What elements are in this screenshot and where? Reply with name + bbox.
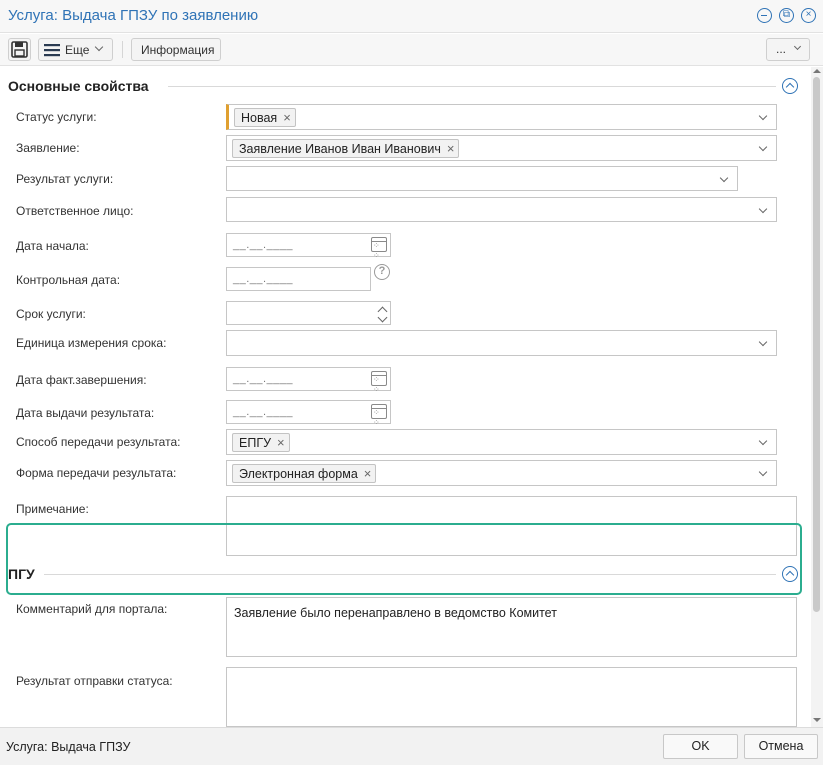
overflow-menu-button[interactable]: ... xyxy=(766,38,810,61)
status-label: Статус услуги: xyxy=(16,110,97,124)
responsible-select[interactable] xyxy=(226,197,777,222)
help-icon[interactable]: ? xyxy=(374,264,390,280)
cancel-button[interactable]: Отмена xyxy=(744,734,818,759)
toolbar: Еще Информация ... xyxy=(0,34,823,66)
issue-date-label: Дата выдачи результата: xyxy=(16,406,155,420)
chevron-down-icon xyxy=(758,142,768,152)
more-menu-button[interactable]: Еще xyxy=(38,38,113,61)
term-unit-select[interactable] xyxy=(226,330,777,356)
remove-tag-icon[interactable]: × xyxy=(277,435,285,450)
portal-comment-highlight xyxy=(6,523,802,595)
calendar-icon[interactable] xyxy=(371,237,387,261)
actual-end-label: Дата факт.завершения: xyxy=(16,373,147,387)
delivery-method-select[interactable]: ЕПГУ × xyxy=(226,429,777,455)
chevron-down-icon xyxy=(719,173,729,183)
portal-comment-textarea[interactable]: Заявление было перенаправлено в ведомств… xyxy=(226,597,797,657)
note-label: Примечание: xyxy=(16,502,89,516)
toolbar-separator xyxy=(122,41,123,58)
overflow-label: ... xyxy=(776,42,787,56)
scroll-up-icon[interactable] xyxy=(813,69,821,73)
start-date-input[interactable]: __.__.____ xyxy=(226,233,391,261)
control-date-label: Контрольная дата: xyxy=(16,273,121,287)
result-select[interactable] xyxy=(226,166,738,191)
status-send-result-label: Результат отправки статуса: xyxy=(16,674,173,688)
application-label: Заявление: xyxy=(16,141,80,155)
delivery-method-label: Способ передачи результата: xyxy=(16,435,181,449)
portal-comment-label: Комментарий для портала: xyxy=(16,602,168,616)
delivery-form-label: Форма передачи результата: xyxy=(16,466,177,480)
date-mask: __.__.____ xyxy=(233,239,294,251)
status-select[interactable]: Новая × xyxy=(226,104,777,130)
collapse-main-icon[interactable] xyxy=(782,78,798,94)
date-mask: __.__.____ xyxy=(233,406,294,418)
remove-tag-icon[interactable]: × xyxy=(364,466,372,481)
term-label: Срок услуги: xyxy=(16,307,86,321)
ok-button[interactable]: OK xyxy=(663,734,738,759)
chevron-down-icon xyxy=(758,467,768,477)
hamburger-icon xyxy=(44,44,60,57)
info-label: Информация xyxy=(141,43,215,57)
term-unit-label: Единица измерения срока: xyxy=(16,336,167,350)
close-icon[interactable]: × xyxy=(801,8,816,23)
section-divider xyxy=(168,86,776,87)
save-button[interactable] xyxy=(8,38,31,61)
section-title-main: Основные свойства xyxy=(8,78,149,94)
start-date-label: Дата начала: xyxy=(16,239,89,253)
info-button[interactable]: Информация xyxy=(131,38,221,61)
remove-tag-icon[interactable]: × xyxy=(283,110,291,125)
status-tag: Новая × xyxy=(234,108,296,127)
save-icon xyxy=(11,41,28,58)
date-mask: __.__.____ xyxy=(233,273,294,285)
chevron-down-icon xyxy=(94,42,104,52)
chevron-down-icon xyxy=(758,111,768,121)
window-title: Услуга: Выдача ГПЗУ по заявлению xyxy=(8,7,259,24)
status-send-result-textarea[interactable] xyxy=(226,667,797,727)
issue-date-input[interactable]: __.__.____ xyxy=(226,400,391,428)
delivery-method-tag-label: ЕПГУ xyxy=(239,436,272,450)
calendar-icon[interactable] xyxy=(371,371,387,395)
result-label: Результат услуги: xyxy=(16,172,114,186)
term-stepper[interactable] xyxy=(226,301,391,325)
chevron-down-icon xyxy=(758,337,768,347)
control-date-input[interactable]: __.__.____ xyxy=(226,267,371,291)
application-tag: Заявление Иванов Иван Иванович × xyxy=(232,139,460,158)
scroll-thumb[interactable] xyxy=(813,77,820,612)
delivery-form-select[interactable]: Электронная форма × xyxy=(226,460,777,486)
application-select[interactable]: Заявление Иванов Иван Иванович × xyxy=(226,135,777,161)
chevron-down-icon xyxy=(758,204,768,214)
spin-down-icon[interactable] xyxy=(377,312,388,323)
chevron-down-icon xyxy=(758,436,768,446)
calendar-icon[interactable] xyxy=(371,404,387,428)
delivery-form-tag-label: Электронная форма xyxy=(239,467,358,481)
form-content: Основные свойства Статус услуги: Новая × … xyxy=(0,67,811,727)
responsible-label: Ответственное лицо: xyxy=(16,204,134,218)
minimize-icon[interactable] xyxy=(757,8,772,23)
actual-end-input[interactable]: __.__.____ xyxy=(226,367,391,395)
remove-tag-icon[interactable]: × xyxy=(447,141,455,156)
more-label: Еще xyxy=(65,43,90,57)
window-titlebar: Услуга: Выдача ГПЗУ по заявлению ⧉ × xyxy=(0,0,823,33)
statusbar: Услуга: Выдача ГПЗУ OK Отмена xyxy=(0,727,823,765)
delivery-method-tag: ЕПГУ × xyxy=(232,433,290,452)
portal-comment-text: Заявление было перенаправлено в ведомств… xyxy=(234,606,557,620)
delivery-form-tag: Электронная форма × xyxy=(232,464,377,483)
status-text: Услуга: Выдача ГПЗУ xyxy=(6,740,131,754)
application-tag-label: Заявление Иванов Иван Иванович xyxy=(239,142,441,156)
maximize-icon[interactable]: ⧉ xyxy=(779,8,794,23)
vertical-scrollbar[interactable] xyxy=(811,67,823,727)
status-tag-label: Новая xyxy=(241,111,278,125)
scroll-down-icon[interactable] xyxy=(813,718,821,722)
date-mask: __.__.____ xyxy=(233,373,294,385)
chevron-down-icon xyxy=(793,42,802,51)
